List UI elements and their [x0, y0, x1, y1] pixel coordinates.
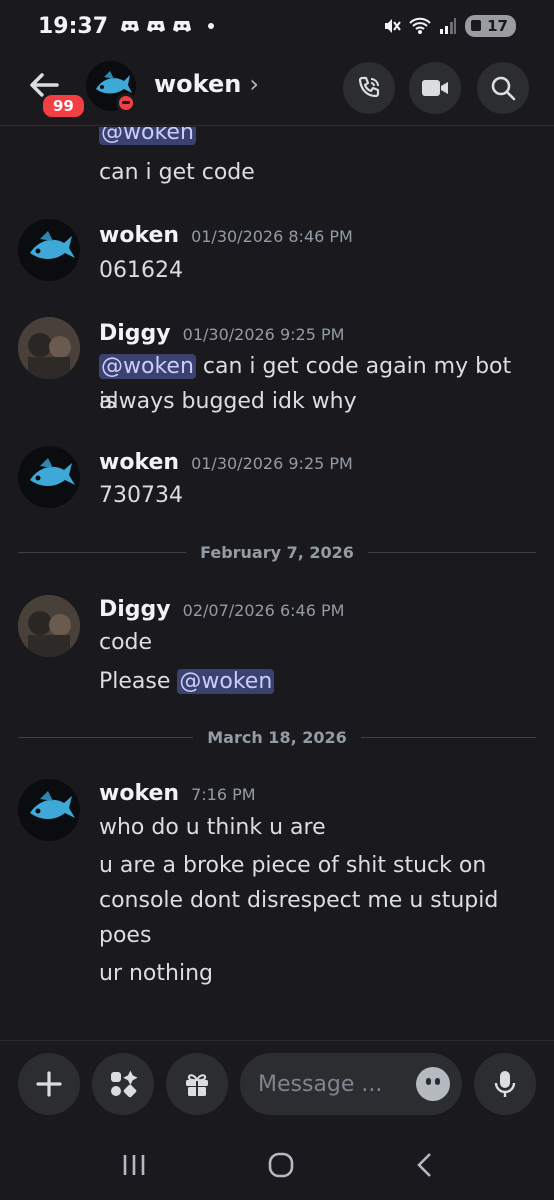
author-name[interactable]: Diggy — [99, 597, 171, 622]
user-mention[interactable]: @woken — [99, 354, 196, 379]
back-nav-icon[interactable] — [415, 1152, 433, 1178]
recent-apps-icon[interactable] — [121, 1153, 147, 1177]
message-header: woken 01/30/2026 8:46 PM — [99, 223, 353, 248]
voice-call-button[interactable] — [343, 62, 395, 114]
dm-title[interactable]: woken › — [154, 70, 259, 98]
discord-notification-icon — [121, 21, 140, 32]
add-attachment-button[interactable] — [18, 1053, 80, 1115]
status-time: 19:37 — [38, 13, 109, 39]
notification-icons — [120, 19, 215, 33]
message-line: who do u think u are — [99, 815, 326, 840]
message-line: u are a broke piece of shit stuck on — [99, 853, 487, 878]
mute-icon — [385, 19, 401, 33]
voice-message-button[interactable] — [474, 1053, 536, 1115]
search-icon — [491, 76, 516, 101]
divider-line — [367, 551, 536, 553]
emoji-picker-icon[interactable] — [416, 1067, 450, 1101]
message-line: 061624 — [99, 258, 183, 283]
avatar[interactable] — [18, 219, 80, 281]
message-text: Please — [99, 669, 178, 694]
gift-icon — [186, 1074, 208, 1096]
message-input-wrapper — [240, 1053, 462, 1115]
date-divider-label: February 7, 2026 — [200, 542, 354, 562]
fish-avatar-icon — [30, 458, 75, 486]
video-camera-icon — [422, 80, 448, 96]
timestamp: 02/07/2026 6:46 PM — [182, 601, 345, 620]
timestamp: 01/30/2026 9:25 PM — [182, 325, 345, 344]
search-button[interactable] — [477, 62, 529, 114]
avatar[interactable] — [18, 446, 80, 508]
microphone-icon — [494, 1071, 516, 1097]
avatar[interactable] — [18, 595, 80, 657]
message-header: Diggy 02/07/2026 6:46 PM — [99, 597, 344, 622]
dm-header: 99 woken › — [0, 52, 554, 126]
message-line: can i get code — [99, 160, 255, 185]
message-line: poes — [99, 923, 152, 948]
more-notifications-dot — [208, 23, 215, 29]
apps-icon — [111, 1070, 138, 1098]
message-input[interactable] — [258, 1071, 408, 1097]
apps-button[interactable] — [92, 1053, 154, 1115]
message-line: @woken — [99, 127, 529, 150]
fish-avatar-icon — [30, 231, 75, 259]
date-divider: February 7, 2026 — [18, 542, 536, 562]
message-line: code — [99, 630, 153, 655]
photo-avatar-icon — [18, 595, 80, 657]
message-header: woken 7:16 PM — [99, 781, 256, 806]
photo-avatar-icon — [18, 317, 80, 379]
author-name[interactable]: woken — [99, 223, 179, 248]
discord-notification-icon — [173, 21, 192, 32]
divider-line — [18, 551, 187, 553]
message-header: Diggy 01/30/2026 9:25 PM — [99, 321, 344, 346]
author-name[interactable]: Diggy — [99, 321, 171, 346]
date-divider: March 18, 2026 — [18, 727, 536, 747]
phone-icon — [358, 76, 380, 98]
message-line: always bugged idk why — [99, 389, 357, 414]
message-line: 730734 — [99, 483, 183, 508]
dm-username: woken — [154, 70, 242, 98]
author-name[interactable]: woken — [99, 781, 179, 806]
message-line: console dont disrespect me u stupid — [99, 888, 499, 913]
message-header: woken 01/30/2026 9:25 PM — [99, 450, 353, 475]
signal-icon — [440, 18, 457, 34]
system-nav-bar — [0, 1130, 554, 1200]
discord-notification-icon — [147, 21, 166, 32]
chevron-right-icon: › — [249, 70, 259, 98]
message-line: ur nothing — [99, 961, 213, 986]
user-mention[interactable]: @woken — [99, 127, 196, 145]
status-right: 17 — [383, 15, 516, 37]
divider-line — [18, 736, 194, 738]
message-list[interactable]: @woken can i get code woken 01/30/2026 8… — [0, 127, 554, 1037]
plus-icon — [36, 1071, 62, 1097]
timestamp: 01/30/2026 9:25 PM — [191, 454, 353, 473]
timestamp: 7:16 PM — [191, 785, 256, 804]
unread-badge: 99 — [40, 92, 87, 120]
fish-avatar-icon — [30, 791, 75, 819]
message-composer — [0, 1040, 554, 1130]
home-icon[interactable] — [268, 1152, 294, 1178]
timestamp: 01/30/2026 8:46 PM — [191, 227, 353, 246]
author-name[interactable]: woken — [99, 450, 179, 475]
status-bar: 19:37 17 — [0, 0, 554, 52]
battery-indicator: 17 — [465, 15, 516, 37]
video-call-button[interactable] — [409, 62, 461, 114]
divider-line — [360, 736, 536, 738]
message-line: Please @woken — [99, 664, 529, 699]
dnd-status-icon — [116, 93, 136, 113]
user-mention[interactable]: @woken — [177, 669, 275, 694]
avatar[interactable] — [18, 317, 80, 379]
wifi-icon — [409, 17, 431, 34]
gift-button[interactable] — [166, 1053, 228, 1115]
date-divider-label: March 18, 2026 — [207, 727, 347, 747]
avatar[interactable] — [18, 779, 80, 841]
